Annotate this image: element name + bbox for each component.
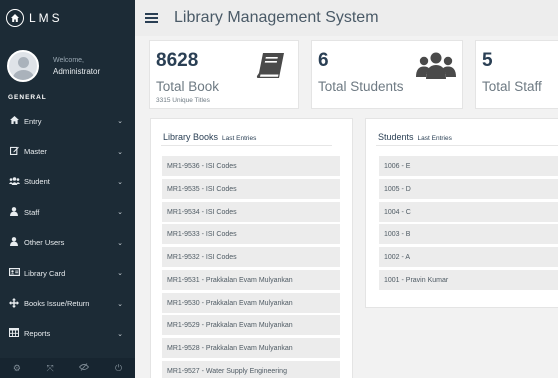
user-profile: Welcome, Administrator [0, 36, 135, 88]
sidebar-item-books-issue-return[interactable]: Books Issue/Return ⌄ [0, 288, 135, 318]
stat-card-total-staff: 5 Total Staff [475, 40, 558, 109]
list-item[interactable]: MR1-9530 - Prakkalan Evam Mulyankan [162, 293, 340, 313]
user-icon [8, 237, 20, 248]
book-icon [254, 51, 288, 81]
chevron-down-icon: ⌄ [117, 178, 123, 186]
chevron-down-icon: ⌄ [117, 209, 123, 217]
sidebar-item-student[interactable]: Student ⌄ [0, 167, 135, 197]
brand[interactable]: LMS [0, 0, 135, 36]
stat-card-total-students: 6 Total Students [311, 40, 463, 109]
sidebar-nav: Entry ⌄ Master ⌄ Student ⌄ Staff ⌄ Other… [0, 106, 135, 349]
panel-header: Library Books Last Entries [151, 119, 352, 147]
stat-label: Total Students [318, 79, 404, 94]
stat-value: 6 [318, 50, 329, 71]
home-icon [8, 116, 20, 126]
chevron-down-icon: ⌄ [117, 239, 123, 247]
sidebar-item-label: Reports [24, 329, 51, 339]
settings-icon[interactable]: ⚙ [13, 363, 21, 374]
list-item[interactable]: MR1-9531 - Prakkalan Evam Mulyankan [162, 270, 340, 290]
fullscreen-icon[interactable]: ⤧ [47, 363, 54, 374]
panel-header: Students Last Entries [366, 119, 558, 147]
users-icon [416, 51, 456, 81]
stat-sub: 3315 Unique Titles [156, 97, 210, 104]
home-icon [6, 9, 24, 27]
users-icon [8, 177, 20, 187]
page-title: Library Management System [174, 9, 379, 26]
brand-name: LMS [29, 11, 63, 25]
sidebar-item-label: Student [24, 177, 50, 187]
panel-subtitle: Last Entries [417, 135, 452, 142]
list-item[interactable]: 1005 - D [379, 179, 558, 199]
list-item[interactable]: 1006 - E [379, 156, 558, 176]
username: Administrator [53, 66, 101, 76]
menu-toggle-icon[interactable] [145, 13, 158, 23]
students-panel: Students Last Entries 1006 - E 1005 - D 1… [365, 118, 558, 308]
sidebar-item-reports[interactable]: Reports ⌄ [0, 319, 135, 349]
edit-icon [8, 146, 20, 157]
stat-value: 8628 [156, 50, 199, 71]
chevron-down-icon: ⌄ [117, 148, 123, 156]
sidebar: LMS Welcome, Administrator GENERAL Entry… [0, 0, 135, 378]
sidebar-item-staff[interactable]: Staff ⌄ [0, 197, 135, 227]
list-item[interactable]: MR1-9535 - ISI Codes [162, 179, 340, 199]
sidebar-item-label: Staff [24, 207, 40, 217]
app: LMS Welcome, Administrator GENERAL Entry… [0, 0, 558, 378]
sidebar-item-label: Books Issue/Return [24, 299, 90, 309]
list-item[interactable]: 1002 - A [379, 247, 558, 267]
avatar [7, 50, 39, 82]
list-item[interactable]: MR1-9533 - ISI Codes [162, 224, 340, 244]
divider [376, 145, 558, 146]
id-card-icon [8, 268, 20, 278]
sidebar-item-library-card[interactable]: Library Card ⌄ [0, 258, 135, 288]
panel-subtitle: Last Entries [222, 135, 257, 142]
panel-title: Students [378, 132, 414, 142]
chevron-down-icon: ⌄ [117, 330, 123, 338]
stat-label: Total Book [156, 79, 220, 94]
list-item[interactable]: MR1-9534 - ISI Codes [162, 202, 340, 222]
chevron-down-icon: ⌄ [117, 118, 123, 126]
list-item[interactable]: 1004 - C [379, 202, 558, 222]
sidebar-item-label: Entry [24, 116, 42, 126]
list-item[interactable]: MR1-9527 - Water Supply Engineering [162, 361, 340, 378]
list-item[interactable]: MR1-9536 - ISI Codes [162, 156, 340, 176]
sidebar-section-title: GENERAL [8, 94, 47, 101]
user-icon [8, 206, 20, 218]
panel-title: Library Books [163, 132, 219, 142]
list-item[interactable]: MR1-9532 - ISI Codes [162, 247, 340, 267]
stat-card-total-book: 8628 Total Book 3315 Unique Titles [149, 40, 299, 109]
power-icon[interactable]: ⏻ [115, 363, 122, 374]
stat-value: 5 [482, 50, 493, 71]
chevron-down-icon: ⌄ [117, 300, 123, 308]
sidebar-item-label: Library Card [24, 268, 66, 278]
sidebar-item-entry[interactable]: Entry ⌄ [0, 106, 135, 136]
hide-icon[interactable] [79, 363, 90, 373]
chevron-down-icon: ⌄ [117, 270, 123, 278]
top-bar: Library Management System [135, 0, 558, 36]
library-books-panel: Library Books Last Entries MR1-9536 - ISI… [150, 118, 353, 378]
sidebar-item-other-users[interactable]: Other Users ⌄ [0, 228, 135, 258]
sidebar-item-label: Master [24, 147, 47, 157]
welcome-text: Welcome, [53, 56, 84, 64]
list-item[interactable]: 1001 - Pravin Kumar [379, 270, 558, 290]
sidebar-item-master[interactable]: Master ⌄ [0, 136, 135, 166]
list-item[interactable]: 1003 - B [379, 224, 558, 244]
sidebar-item-label: Other Users [24, 238, 65, 248]
list-item[interactable]: MR1-9528 - Prakkalan Evam Mulyankan [162, 338, 340, 358]
stat-label: Total Staff [482, 79, 542, 94]
list-item[interactable]: MR1-9529 - Prakkalan Evam Mulyankan [162, 315, 340, 335]
table-icon [8, 328, 20, 339]
sidebar-footer: ⚙ ⤧ ⏻ [0, 358, 135, 378]
arrows-icon [8, 297, 20, 310]
divider [161, 145, 332, 146]
